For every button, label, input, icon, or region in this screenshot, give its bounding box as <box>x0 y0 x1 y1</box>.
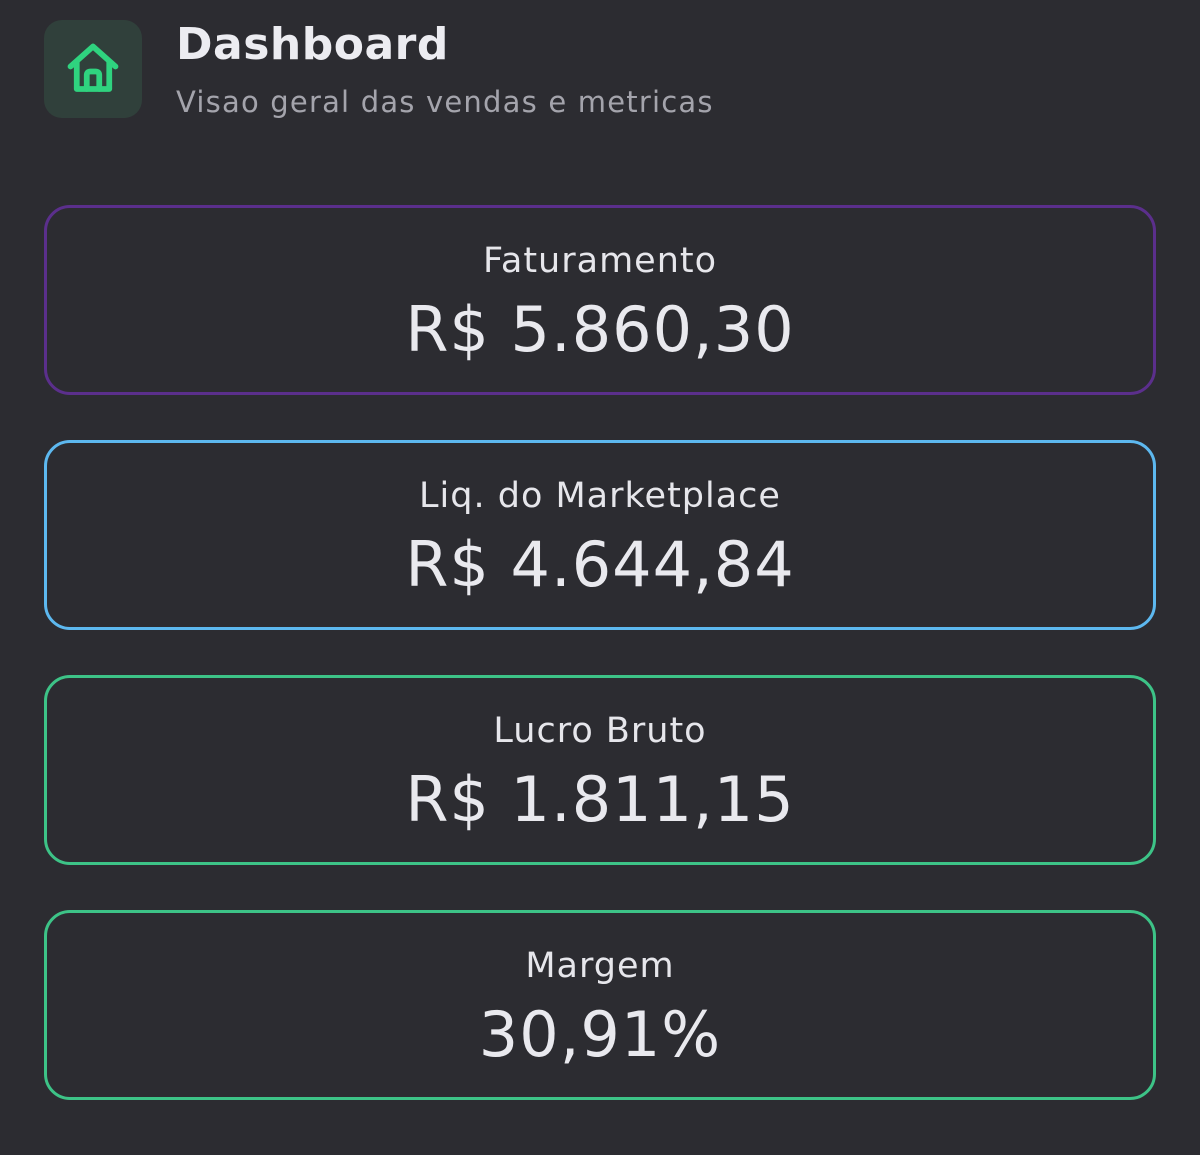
metric-value: R$ 1.811,15 <box>405 763 795 836</box>
metric-card-margem[interactable]: Margem 30,91% <box>44 910 1156 1100</box>
metric-label: Margem <box>525 946 675 986</box>
metric-label: Lucro Bruto <box>493 711 707 751</box>
home-button[interactable] <box>44 20 142 118</box>
metric-label: Faturamento <box>482 241 718 281</box>
metric-label: Liq. do Marketplace <box>419 476 781 516</box>
metric-value: R$ 5.860,30 <box>405 293 795 366</box>
metric-card-lucro-bruto[interactable]: Lucro Bruto R$ 1.811,15 <box>44 675 1156 865</box>
page-header: Dashboard Visao geral das vendas e metri… <box>44 20 714 120</box>
metric-card-liquido-marketplace[interactable]: Liq. do Marketplace R$ 4.644,84 <box>44 440 1156 630</box>
metrics-list: Faturamento R$ 5.860,30 Liq. do Marketpl… <box>44 205 1156 1145</box>
page-subtitle: Visao geral das vendas e metricas <box>176 85 714 119</box>
home-icon <box>67 43 119 92</box>
header-text: Dashboard Visao geral das vendas e metri… <box>176 20 714 120</box>
page-title: Dashboard <box>176 19 449 70</box>
metric-value: R$ 4.644,84 <box>405 528 795 601</box>
metric-card-faturamento[interactable]: Faturamento R$ 5.860,30 <box>44 205 1156 395</box>
metric-value: 30,91% <box>478 998 722 1071</box>
